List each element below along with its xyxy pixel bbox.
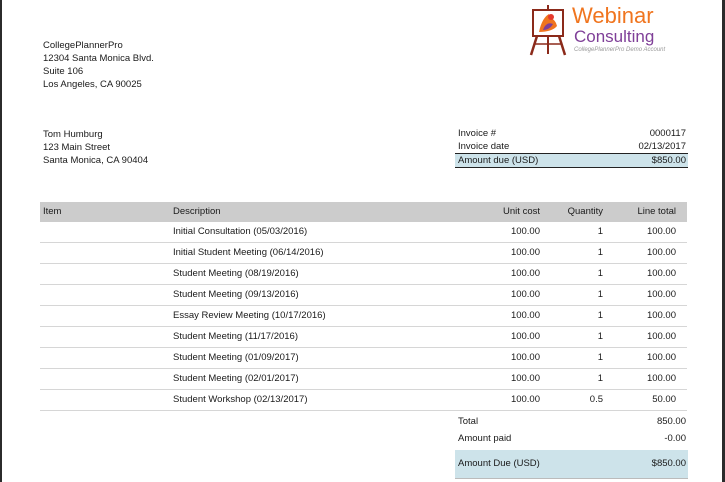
company-city: Los Angeles, CA 90025 bbox=[43, 79, 142, 90]
cell-item bbox=[40, 222, 169, 242]
total-label: Total bbox=[458, 416, 479, 427]
invoice-totals: Total 850.00 Amount paid -0.00 Amount Du… bbox=[455, 413, 688, 479]
logo-tagline: CollegePlannerPro Demo Account bbox=[574, 47, 666, 53]
total-row: Total 850.00 bbox=[455, 413, 688, 430]
cell-line-total: 100.00 bbox=[646, 226, 676, 237]
table-row: Student Meeting (11/17/2016) 100.00 1 10… bbox=[40, 327, 687, 348]
company-logo: Webinar Consulting CollegePlannerPro Dem… bbox=[527, 4, 687, 56]
cell-item bbox=[40, 243, 169, 263]
invoice-date-row: Invoice date 02/13/2017 bbox=[455, 140, 688, 154]
cell-line-total: 50.00 bbox=[652, 394, 676, 405]
cell-unit-cost: 100.00 bbox=[510, 331, 540, 342]
cell-quantity: 1 bbox=[597, 352, 603, 363]
easel-logo-icon bbox=[529, 5, 567, 56]
header-line-total: Line total bbox=[637, 206, 676, 217]
cell-unit-cost: 100.00 bbox=[510, 247, 540, 258]
logo-text-webinar: Webinar bbox=[572, 3, 654, 28]
cell-item bbox=[40, 348, 169, 368]
cell-quantity: 1 bbox=[597, 373, 603, 384]
table-row: Student Workshop (02/13/2017) 100.00 0.5… bbox=[40, 390, 687, 411]
cell-description: Student Meeting (01/09/2017) bbox=[173, 352, 299, 363]
cell-description: Student Meeting (11/17/2016) bbox=[173, 331, 298, 342]
invoice-date-value: 02/13/2017 bbox=[638, 141, 686, 152]
cell-line-total: 100.00 bbox=[646, 289, 676, 300]
cell-line-total: 100.00 bbox=[646, 352, 676, 363]
cell-unit-cost: 100.00 bbox=[510, 373, 540, 384]
company-name: CollegePlannerPro bbox=[43, 40, 123, 51]
invoice-number-row: Invoice # 0000117 bbox=[455, 127, 688, 140]
cell-description: Student Meeting (02/01/2017) bbox=[173, 373, 299, 384]
table-row: Student Meeting (02/01/2017) 100.00 1 10… bbox=[40, 369, 687, 390]
cell-line-total: 100.00 bbox=[646, 373, 676, 384]
cell-unit-cost: 100.00 bbox=[510, 226, 540, 237]
line-items-table: Item Description Unit cost Quantity Line… bbox=[40, 202, 687, 411]
amount-due-label: Amount Due (USD) bbox=[458, 458, 540, 469]
table-header: Item Description Unit cost Quantity Line… bbox=[40, 202, 687, 222]
header-description: Description bbox=[173, 206, 221, 217]
invoice-amount-due-row: Amount due (USD) $850.00 bbox=[455, 154, 688, 168]
cell-description: Initial Student Meeting (06/14/2016) bbox=[173, 247, 324, 258]
invoice-number-value: 0000117 bbox=[649, 128, 686, 139]
cell-item bbox=[40, 264, 169, 284]
company-address: CollegePlannerPro 12304 Santa Monica Blv… bbox=[43, 39, 154, 91]
cell-item bbox=[40, 285, 169, 305]
amount-paid-label: Amount paid bbox=[458, 433, 512, 444]
cell-line-total: 100.00 bbox=[646, 268, 676, 279]
cell-description: Initial Consultation (05/03/2016) bbox=[173, 226, 308, 237]
cell-quantity: 1 bbox=[597, 226, 603, 237]
table-row: Essay Review Meeting (10/17/2016) 100.00… bbox=[40, 306, 687, 327]
cell-description: Essay Review Meeting (10/17/2016) bbox=[173, 310, 326, 321]
invoice-number-label: Invoice # bbox=[458, 128, 497, 139]
cell-quantity: 1 bbox=[597, 310, 603, 321]
cell-unit-cost: 100.00 bbox=[510, 268, 540, 279]
amount-paid-value: -0.00 bbox=[664, 433, 686, 444]
cell-quantity: 1 bbox=[597, 247, 603, 258]
cell-quantity: 1 bbox=[597, 331, 603, 342]
table-row: Student Meeting (01/09/2017) 100.00 1 10… bbox=[40, 348, 687, 369]
cell-item bbox=[40, 306, 169, 326]
client-street: 123 Main Street bbox=[43, 142, 111, 153]
invoice-amount-due-value: $850.00 bbox=[651, 155, 686, 166]
amount-due-row: Amount Due (USD) $850.00 bbox=[455, 450, 688, 479]
table-row: Initial Student Meeting (06/14/2016) 100… bbox=[40, 243, 687, 264]
window-edge-left bbox=[0, 0, 2, 482]
cell-quantity: 0.5 bbox=[589, 394, 603, 405]
logo-text-consulting: Consulting bbox=[574, 27, 655, 46]
cell-unit-cost: 100.00 bbox=[510, 289, 540, 300]
invoice-amount-due-label: Amount due (USD) bbox=[458, 155, 539, 166]
cell-line-total: 100.00 bbox=[646, 331, 676, 342]
client-name: Tom Humburg bbox=[43, 129, 103, 140]
cell-description: Student Meeting (09/13/2016) bbox=[173, 289, 299, 300]
table-row: Student Meeting (08/19/2016) 100.00 1 10… bbox=[40, 264, 687, 285]
cell-item bbox=[40, 369, 169, 389]
client-city: Santa Monica, CA 90404 bbox=[43, 155, 149, 166]
cell-description: Student Workshop (02/13/2017) bbox=[173, 394, 308, 405]
cell-description: Student Meeting (08/19/2016) bbox=[173, 268, 299, 279]
amount-paid-row: Amount paid -0.00 bbox=[455, 430, 688, 447]
cell-unit-cost: 100.00 bbox=[510, 310, 540, 321]
cell-quantity: 1 bbox=[597, 289, 603, 300]
table-row: Initial Consultation (05/03/2016) 100.00… bbox=[40, 222, 687, 243]
cell-unit-cost: 100.00 bbox=[510, 394, 540, 405]
cell-unit-cost: 100.00 bbox=[510, 352, 540, 363]
company-suite: Suite 106 bbox=[43, 66, 84, 77]
client-address: Tom Humburg 123 Main Street Santa Monica… bbox=[43, 128, 148, 167]
cell-item bbox=[40, 327, 169, 347]
company-street: 12304 Santa Monica Blvd. bbox=[43, 53, 154, 64]
header-item: Item bbox=[43, 206, 62, 217]
cell-item bbox=[40, 390, 169, 410]
table-row: Student Meeting (09/13/2016) 100.00 1 10… bbox=[40, 285, 687, 306]
total-value: 850.00 bbox=[656, 416, 686, 427]
header-unit-cost: Unit cost bbox=[503, 206, 540, 217]
invoice-date-label: Invoice date bbox=[458, 141, 510, 152]
header-quantity: Quantity bbox=[567, 206, 603, 217]
cell-quantity: 1 bbox=[597, 268, 603, 279]
invoice-info: Invoice # 0000117 Invoice date 02/13/201… bbox=[455, 127, 688, 168]
amount-due-value: $850.00 bbox=[651, 458, 686, 469]
cell-line-total: 100.00 bbox=[646, 310, 676, 321]
cell-line-total: 100.00 bbox=[646, 247, 676, 258]
